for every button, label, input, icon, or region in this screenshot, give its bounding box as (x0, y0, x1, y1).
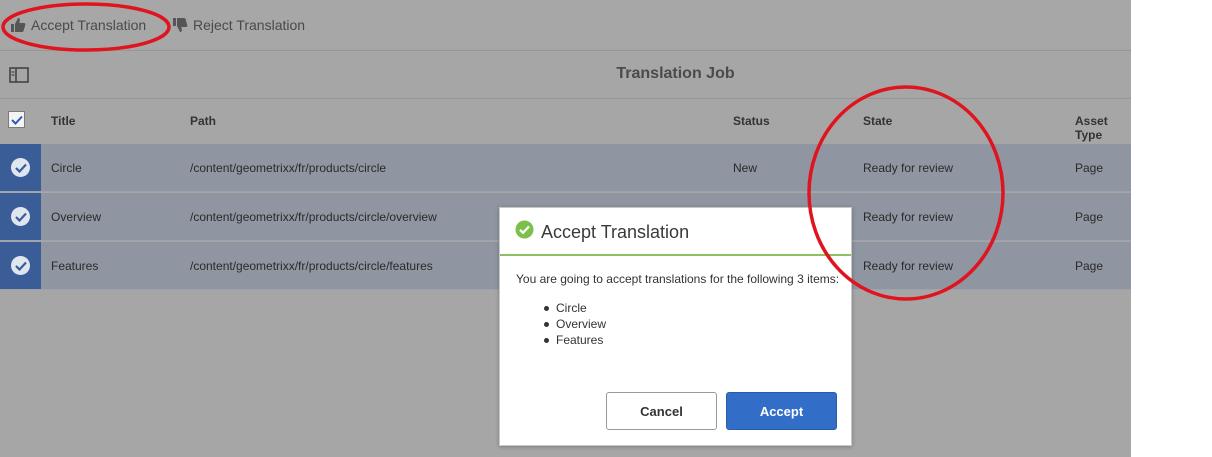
row-title[interactable]: Overview (51, 210, 101, 224)
row-status: New (733, 161, 758, 175)
thumbs-up-icon (10, 17, 26, 33)
list-item: Features (540, 332, 606, 348)
row-title[interactable]: Circle (51, 161, 82, 175)
accept-translation-dialog: Accept Translation You are going to acce… (499, 207, 852, 446)
row-asset-type: Page (1075, 259, 1104, 273)
list-item: Overview (540, 316, 606, 332)
row-path: /content/geometrixx/fr/products/circle (190, 161, 387, 175)
row-state: Ready for review (863, 210, 954, 224)
row-path: /content/geometrixx/fr/products/circle/f… (190, 259, 433, 273)
dialog-message: You are going to accept translations for… (516, 272, 840, 286)
dialog-item-list: Circle Overview Features (540, 300, 606, 348)
reject-translation-label: Reject Translation (193, 17, 306, 33)
check-icon (10, 115, 23, 125)
check-icon (14, 163, 27, 173)
table-row[interactable]: Circle /content/geometrixx/fr/products/c… (0, 144, 1131, 192)
accept-translation-label: Accept Translation (31, 17, 147, 33)
row-path: /content/geometrixx/fr/products/circle/o… (190, 210, 437, 224)
app-window: Accept Translation Reject Translation Tr… (0, 0, 1131, 457)
cancel-button[interactable]: Cancel (606, 392, 717, 430)
thumbs-down-icon (172, 17, 188, 33)
select-all-checkbox[interactable] (8, 111, 25, 128)
title-bar: Translation Job (0, 51, 1131, 99)
success-check-icon (515, 220, 534, 244)
row-asset-type: Page (1075, 161, 1104, 175)
dialog-header: Accept Translation (500, 208, 851, 256)
row-state: Ready for review (863, 161, 954, 175)
column-header-state[interactable]: State (863, 114, 892, 128)
accept-translation-button[interactable]: Accept Translation (10, 15, 146, 35)
action-bar: Accept Translation Reject Translation (0, 0, 1131, 51)
row-select-checkbox[interactable] (0, 242, 41, 289)
blank-margin (1131, 0, 1212, 457)
row-asset-type: Page (1075, 210, 1104, 224)
list-item: Circle (540, 300, 606, 316)
column-header-asset-type[interactable]: Asset Type (1075, 114, 1131, 142)
accept-button[interactable]: Accept (726, 392, 837, 430)
column-header-status[interactable]: Status (733, 114, 770, 128)
check-icon (14, 261, 27, 271)
page-title: Translation Job (616, 65, 735, 82)
row-title[interactable]: Features (51, 259, 98, 273)
dialog-title: Accept Translation (541, 222, 690, 242)
column-header-path[interactable]: Path (190, 114, 216, 128)
check-icon (14, 212, 27, 222)
column-header-title[interactable]: Title (51, 114, 75, 128)
row-select-checkbox[interactable] (0, 193, 41, 240)
reject-translation-button[interactable]: Reject Translation (172, 15, 305, 35)
table-header: Title Path Status State Asset Type (0, 99, 1131, 143)
row-state: Ready for review (863, 259, 954, 273)
row-select-checkbox[interactable] (0, 144, 41, 191)
